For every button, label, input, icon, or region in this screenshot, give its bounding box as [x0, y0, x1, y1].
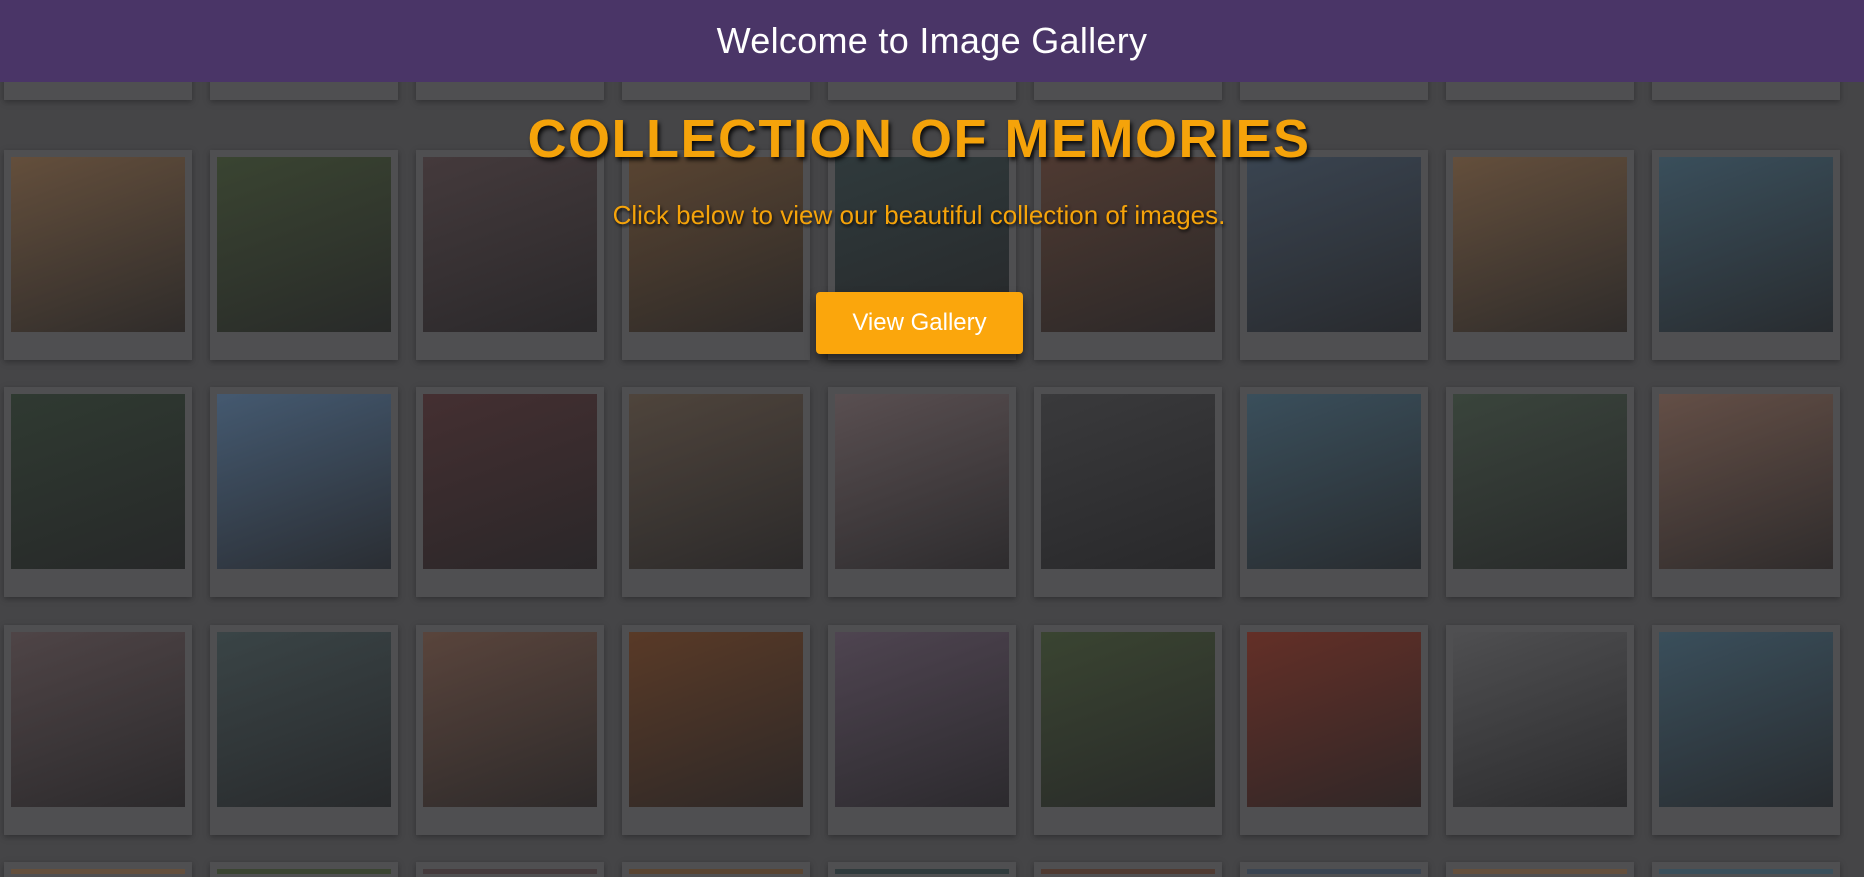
- top-header-bar: Welcome to Image Gallery: [0, 0, 1864, 82]
- view-gallery-button[interactable]: View Gallery: [816, 292, 1023, 354]
- hero-title: COLLECTION OF MEMORIES: [527, 109, 1311, 169]
- gallery-landing-page: Welcome to Image Gallery COLLECTION OF M…: [0, 0, 1864, 877]
- header-title: Welcome to Image Gallery: [716, 20, 1148, 61]
- hero-subtitle: Click below to view our beautiful collec…: [612, 200, 1226, 230]
